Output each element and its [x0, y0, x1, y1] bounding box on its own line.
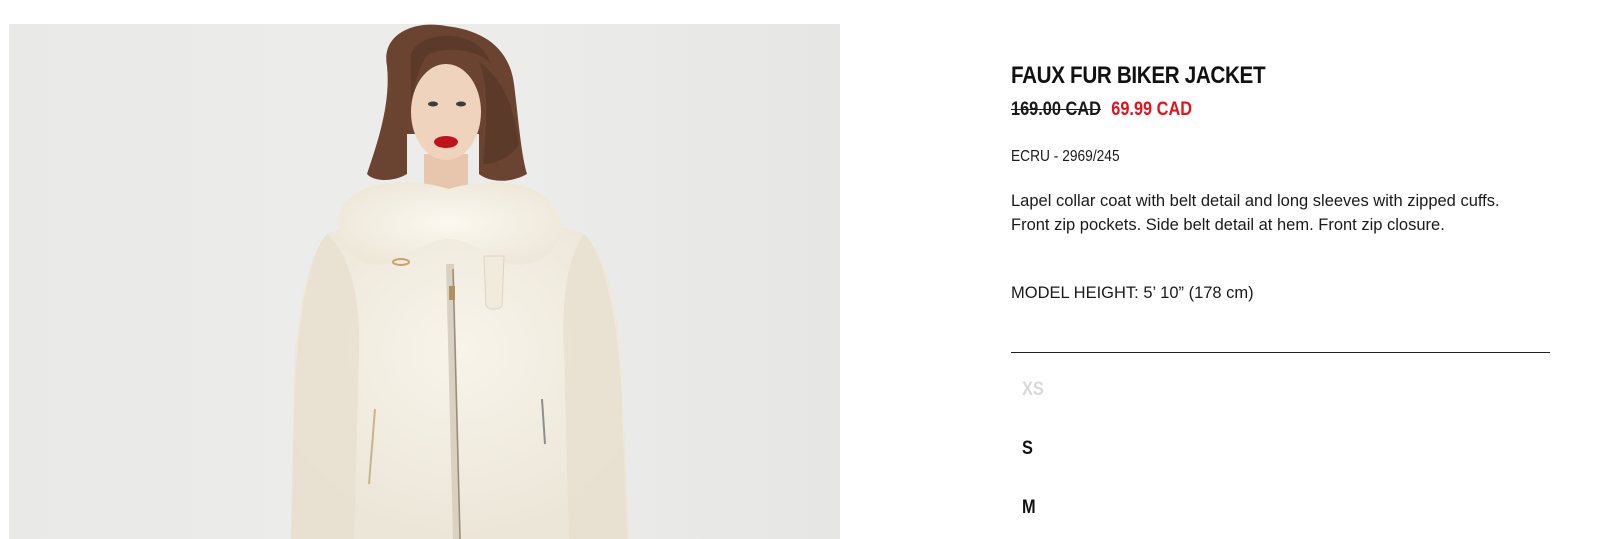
size-option-s[interactable]: S: [1011, 419, 1550, 478]
model-height: MODEL HEIGHT: 5’ 10” (178 cm): [1011, 284, 1254, 302]
size-selector: XS S M: [1011, 360, 1550, 537]
product-photo[interactable]: [9, 24, 840, 539]
size-option-xs: XS: [1011, 360, 1550, 419]
divider: [1011, 352, 1550, 353]
product-description: Lapel collar coat with belt detail and l…: [1011, 192, 1500, 234]
color-reference: ECRU - 2969/245: [1011, 148, 1120, 165]
original-price: 169.00 CAD: [1011, 99, 1101, 120]
size-label: S: [1022, 437, 1033, 459]
size-option-m[interactable]: M: [1011, 478, 1550, 537]
product-photo-illustration: [291, 24, 629, 539]
size-label: M: [1022, 496, 1036, 518]
sale-price: 69.99 CAD: [1111, 99, 1193, 120]
product-page: FAUX FUR BIKER JACKET 169.00 CAD 69.99 CA…: [0, 0, 1600, 539]
size-label: XS: [1022, 378, 1044, 400]
price-block: 169.00 CAD 69.99 CAD: [1011, 99, 1192, 121]
product-title: FAUX FUR BIKER JACKET: [1011, 62, 1266, 89]
